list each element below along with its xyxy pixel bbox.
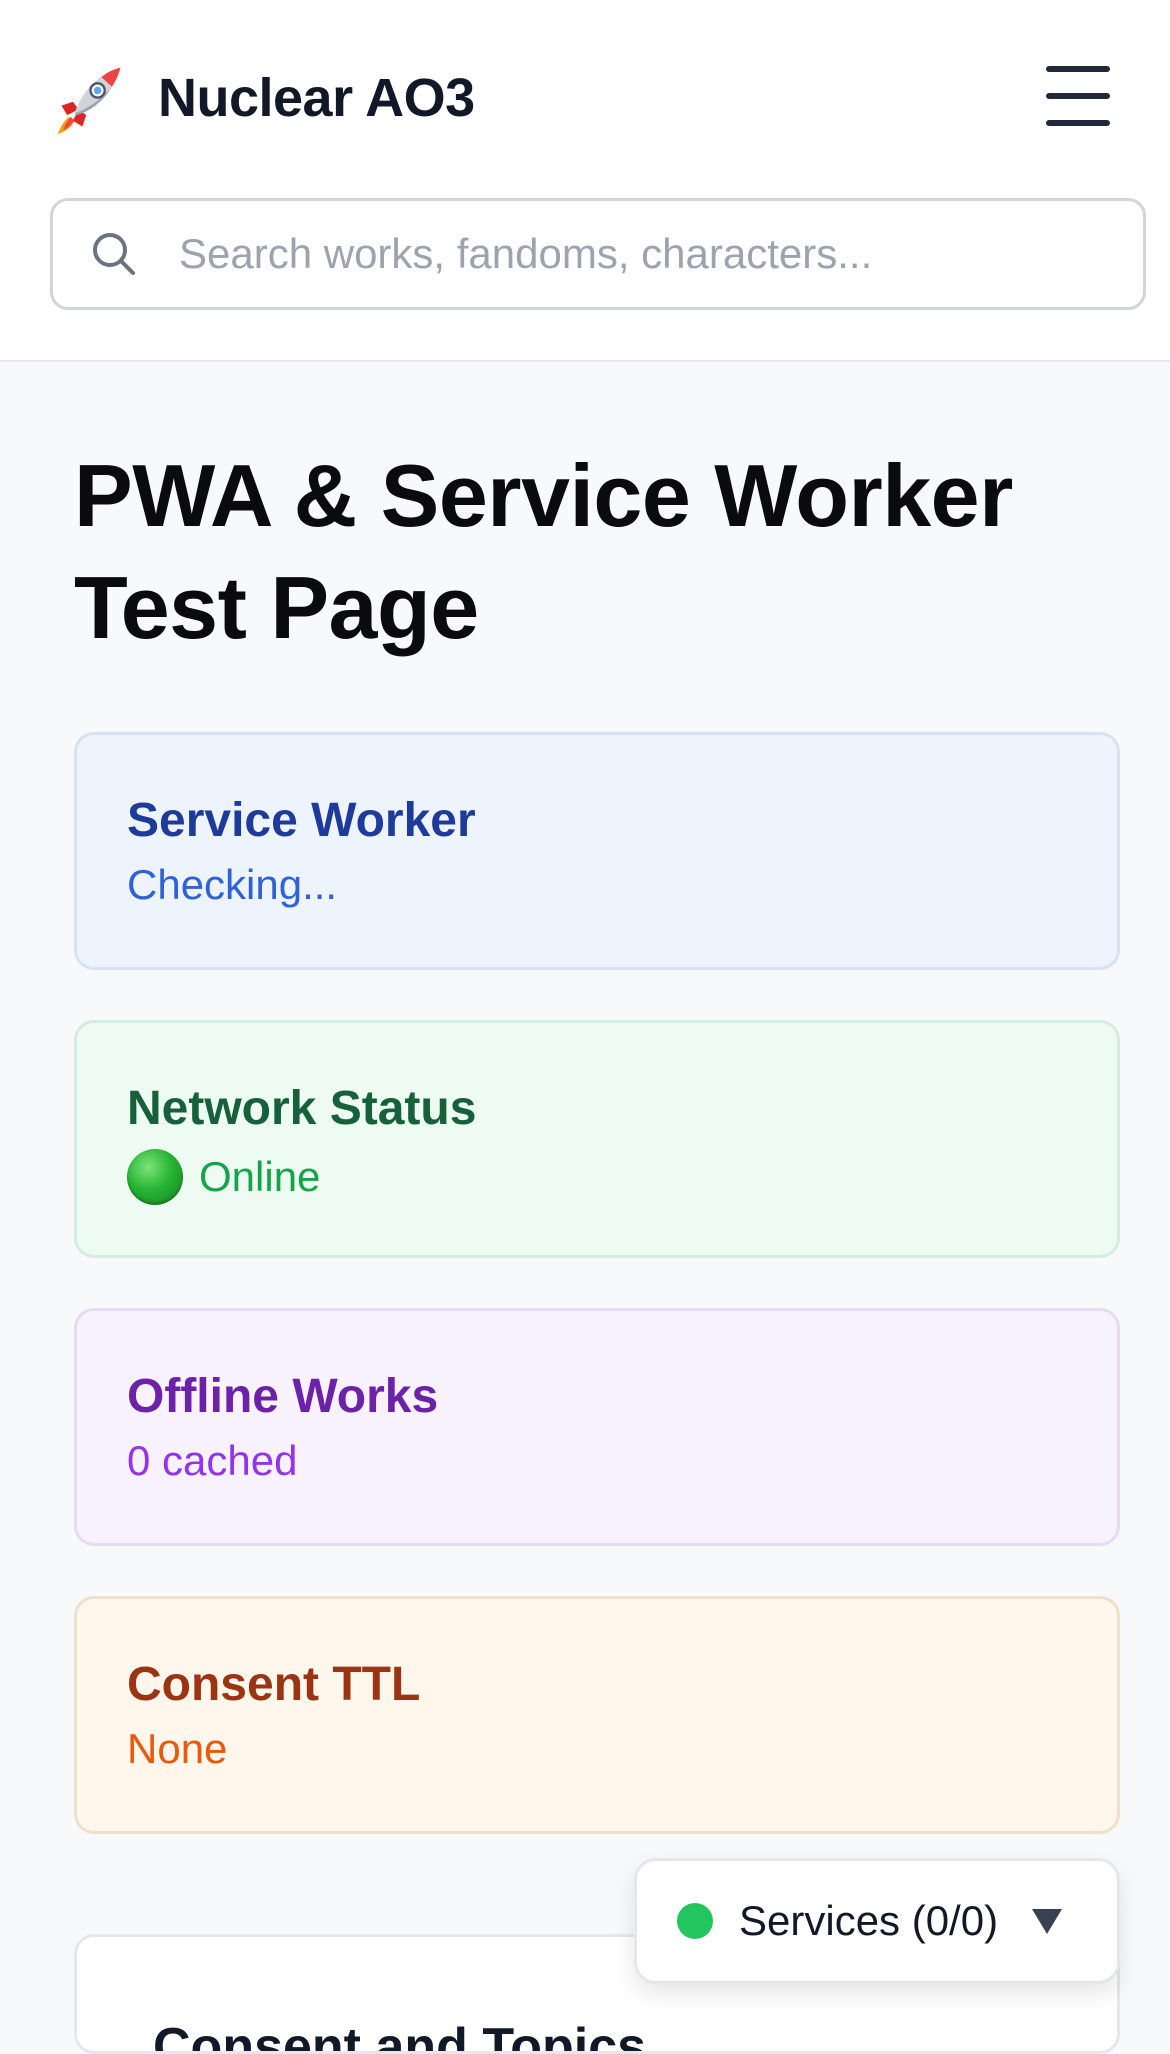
card-title: Offline Works (127, 1370, 439, 1423)
status-dot (677, 1903, 713, 1939)
card-title: Network Status (127, 1082, 477, 1135)
service-worker-card: Service Worker Checking... (74, 732, 1120, 970)
section-title: Consent and Topics (153, 2018, 647, 2054)
green-circle-icon (127, 1149, 183, 1205)
menu-button[interactable] (1046, 66, 1110, 126)
search-icon (93, 233, 135, 275)
chevron-down-icon (1032, 1909, 1063, 1934)
site-header: Nuclear AO3 (0, 0, 1170, 362)
offline-works-count: 0 cached (127, 1437, 298, 1484)
card-title: Consent TTL (127, 1658, 421, 1711)
rocket-icon (57, 67, 121, 135)
card-title: Service Worker (127, 794, 476, 847)
search-input[interactable] (179, 224, 1079, 284)
network-status-value: Online (127, 1149, 320, 1205)
page-title: PWA & Service Worker Test Page (74, 446, 1013, 657)
consent-ttl-card: Consent TTL None (74, 1596, 1120, 1834)
services-toggle-button[interactable]: Services (0/0) (634, 1858, 1120, 1984)
app-title: Nuclear AO3 (158, 68, 475, 128)
network-status-card: Network Status Online (74, 1020, 1120, 1258)
brand[interactable]: Nuclear AO3 (52, 58, 475, 138)
hamburger-menu-icon (1046, 66, 1110, 72)
services-label: Services (0/0) (739, 1897, 999, 1944)
offline-works-card: Offline Works 0 cached (74, 1308, 1120, 1546)
consent-ttl-value: None (127, 1725, 228, 1772)
service-worker-status: Checking... (127, 861, 338, 908)
search-bar[interactable] (50, 198, 1146, 310)
